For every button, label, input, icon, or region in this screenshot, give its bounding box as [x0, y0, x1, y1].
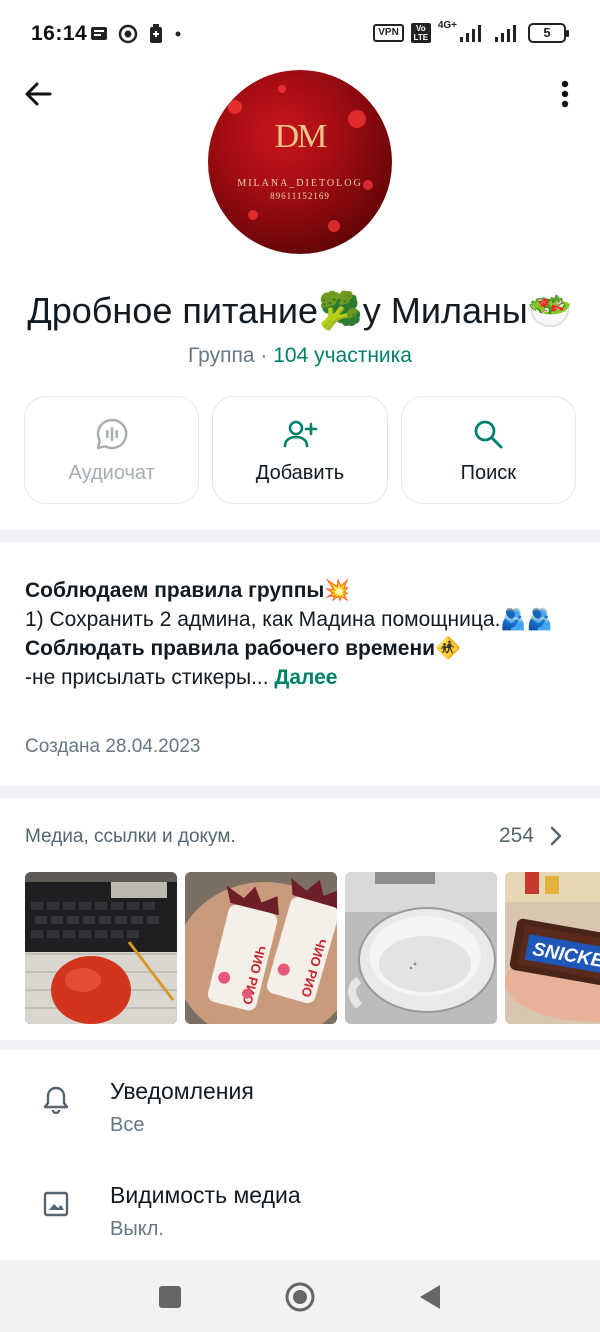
app-notification-icon [118, 24, 138, 44]
audio-chat-icon [96, 418, 127, 449]
status-time: 16:14 [31, 22, 88, 45]
cup-photo [345, 872, 497, 1024]
description-line-3: Соблюдать правила рабочего времени🚸 [25, 637, 462, 660]
dot-icon [175, 31, 181, 37]
description-line-4: -не присылать стикеры... [25, 666, 275, 689]
snickers-photo: SNICKERS [505, 872, 600, 1024]
group-type: Группа · [187, 344, 274, 367]
avatar-sparkle [278, 85, 286, 93]
avatar-phone: 89611152169 [270, 191, 330, 201]
avatar-sparkle [228, 100, 242, 114]
arrow-left-icon [25, 82, 52, 106]
audio-chat-label: Аудиочат [68, 461, 155, 484]
home-button[interactable] [280, 1280, 320, 1314]
message-notification-icon [91, 27, 107, 40]
vpn-badge: VPN [373, 24, 404, 42]
status-notification-icons [90, 22, 182, 46]
candy-photo: ЧИО РИО ЧИО РИО [185, 872, 337, 1024]
notifications-setting[interactable]: Уведомления Все [0, 1066, 600, 1158]
battery-icon: 5 [528, 23, 569, 43]
media-thumb-cup[interactable] [345, 872, 497, 1024]
home-circle-icon [285, 1282, 315, 1312]
more-options-button[interactable] [550, 76, 580, 112]
media-title: Медиа, ссылки и докум. [25, 826, 236, 847]
action-buttons: Аудиочат Добавить Поиск [24, 396, 576, 504]
persimmon-photo [25, 872, 177, 1024]
group-subtitle: Группа · 104 участника [0, 344, 600, 368]
media-visibility-setting[interactable]: Видимость медиа Выкл. [0, 1170, 600, 1262]
group-title: Дробное питание🥦у Миланы🥗 [27, 290, 573, 331]
media-section-header[interactable]: Медиа, ссылки и докум. 254 [25, 824, 570, 850]
created-date: Создана 28.04.2023 [25, 736, 201, 757]
more-vertical-icon [561, 80, 569, 108]
signal-icon-2 [495, 25, 516, 42]
image-icon [43, 1191, 69, 1217]
media-visibility-title: Видимость медиа [110, 1182, 301, 1208]
chevron-right-icon [550, 826, 562, 846]
back-nav-button[interactable] [410, 1280, 450, 1314]
description-line-2: 1) Сохранить 2 админа, как Мадина помощн… [25, 608, 553, 631]
bell-icon [43, 1086, 69, 1114]
recent-apps-button[interactable] [150, 1280, 190, 1314]
network-type-label: 4G+ [437, 20, 457, 31]
avatar-sparkle [248, 210, 258, 220]
search-label: Поиск [460, 461, 517, 484]
avatar-sparkle [328, 220, 340, 232]
audio-chat-button[interactable]: Аудиочат [24, 396, 200, 504]
volte-badge: Vo LTE [410, 23, 431, 43]
read-more-link[interactable]: Далее [274, 666, 337, 689]
media-thumb-persimmon[interactable] [25, 872, 177, 1024]
status-system-icons: VPN Vo LTE 4G+ 5 [373, 20, 569, 46]
section-divider [0, 786, 600, 798]
add-member-label: Добавить [255, 461, 345, 484]
search-button[interactable]: Поиск [400, 396, 576, 504]
add-member-button[interactable]: Добавить [212, 396, 388, 504]
status-bar: 16:14 VPN Vo LTE 4G+ 5 [0, 0, 600, 68]
media-visibility-value: Выкл. [110, 1218, 164, 1240]
signal-icon [460, 25, 481, 42]
back-button[interactable] [20, 76, 56, 112]
add-person-icon [283, 420, 318, 447]
triangle-back-icon [420, 1285, 440, 1309]
group-description[interactable]: Соблюдаем правила группы💥 1) Сохранить 2… [25, 576, 585, 692]
section-divider [0, 530, 600, 542]
notifications-value: Все [110, 1114, 145, 1136]
avatar-monogram: DM [274, 118, 328, 155]
media-thumb-candy[interactable]: ЧИО РИО ЧИО РИО [185, 872, 337, 1024]
search-icon [474, 420, 503, 448]
section-divider [0, 1040, 600, 1050]
notifications-title: Уведомления [110, 1078, 254, 1104]
sim-notification-icon [150, 24, 162, 43]
media-thumb-snickers[interactable]: SNICKERS [505, 872, 600, 1024]
avatar-brand-name: MILANA_DIETOLOG [237, 178, 363, 189]
group-avatar[interactable]: DM MILANA_DIETOLOG 89611152169 [208, 70, 392, 254]
description-line-1: Соблюдаем правила группы💥 [25, 579, 351, 602]
system-navigation-bar [0, 1260, 600, 1332]
media-count: 254 [498, 824, 534, 847]
media-thumbnails: ЧИО РИО ЧИО РИО SNICKERS [25, 872, 600, 1024]
group-members-link[interactable]: 104 участника [273, 344, 412, 367]
square-icon [159, 1286, 181, 1308]
